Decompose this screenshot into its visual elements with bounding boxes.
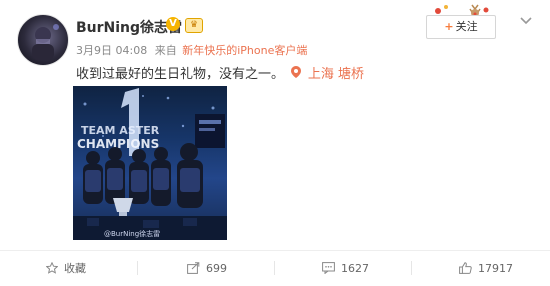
weibo-post-card: BurNing徐志雷 V ♛ 3月9日 04:08 来自 新年快乐的iPhone… [0, 0, 550, 286]
action-separator [411, 261, 412, 275]
plus-icon: + [444, 20, 454, 33]
action-separator [274, 261, 275, 275]
post-location[interactable]: 上海 塘桥 [291, 63, 364, 82]
post-image[interactable]: TEAM ASTER CHAMPIONS [73, 86, 227, 240]
like-count: 17917 [478, 262, 513, 275]
verified-v-badge-icon: V [166, 17, 180, 31]
action-separator [137, 261, 138, 275]
post-meta: 3月9日 04:08 来自 新年快乐的iPhone客户端 [76, 42, 307, 58]
post-client[interactable]: 新年快乐的iPhone客户端 [182, 44, 307, 57]
from-label: 来自 [154, 44, 177, 57]
post-text: 收到过最好的生日礼物，没有之一。 [76, 67, 285, 82]
author-avatar[interactable] [17, 14, 69, 66]
speech-bubble-icon [322, 262, 335, 275]
star-icon [45, 261, 59, 274]
follow-label: 关注 [455, 20, 478, 33]
comment-button[interactable]: 1627 [322, 251, 369, 286]
post-timestamp[interactable]: 3月9日 04:08 [76, 44, 147, 57]
member-crown-badge-icon[interactable]: ♛ [185, 18, 203, 33]
action-bar: 收藏 699 1627 17917 [0, 251, 550, 286]
repost-button[interactable]: 699 [187, 251, 227, 286]
svg-text:TEAM ASTER: TEAM ASTER [81, 124, 160, 137]
image-watermark: @BurNing徐志雷 [104, 230, 161, 238]
thumbs-up-icon [459, 262, 472, 274]
comment-count: 1627 [341, 262, 369, 275]
location-pin-icon [291, 66, 305, 81]
repost-count: 699 [206, 262, 227, 275]
like-button[interactable]: 17917 [459, 251, 513, 286]
location-label: 上海 塘桥 [307, 67, 364, 82]
follow-button[interactable]: + 关注 [426, 15, 496, 39]
share-arrow-icon [187, 262, 200, 274]
chevron-down-icon[interactable] [519, 14, 533, 28]
favorite-button[interactable]: 收藏 [45, 251, 86, 286]
favorite-label: 收藏 [64, 262, 86, 275]
